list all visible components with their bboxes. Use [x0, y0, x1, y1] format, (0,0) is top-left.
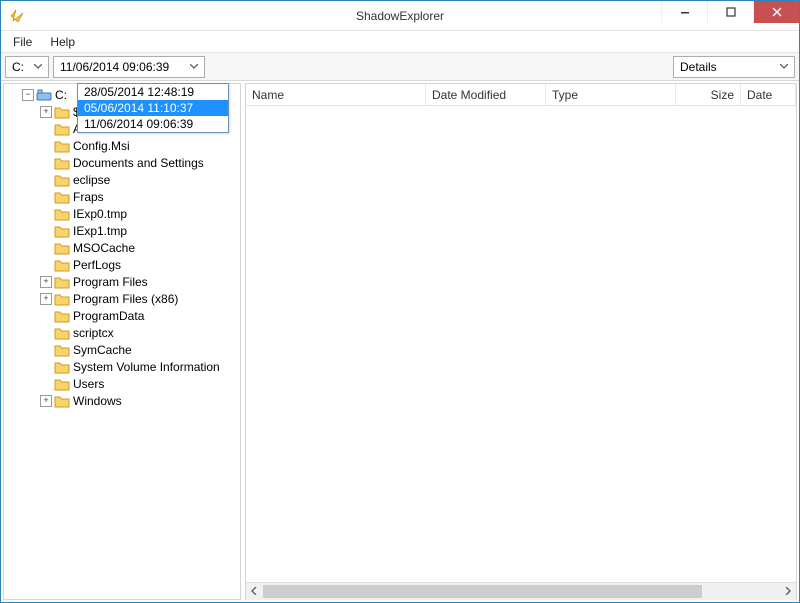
- folder-icon: [54, 139, 70, 153]
- folder-icon: [54, 360, 70, 374]
- snapshot-date-value: 11/06/2014 09:06:39: [60, 60, 169, 74]
- tree-item-label: ProgramData: [73, 308, 144, 324]
- tree-item[interactable]: PerfLogs: [6, 256, 240, 273]
- folder-icon: [54, 207, 70, 221]
- snapshot-option[interactable]: 11/06/2014 09:06:39: [78, 116, 228, 132]
- tree-item-label: Users: [73, 376, 104, 392]
- folder-icon: [54, 292, 70, 306]
- column-type[interactable]: Type: [546, 84, 676, 105]
- folder-icon: [54, 326, 70, 340]
- expand-icon[interactable]: +: [40, 276, 52, 288]
- tree-item-label: MSOCache: [73, 240, 135, 256]
- drive-select[interactable]: C:: [5, 56, 49, 78]
- menu-file[interactable]: File: [5, 33, 40, 51]
- list-header: Name Date Modified Type Size Date: [246, 84, 796, 106]
- tree-item[interactable]: + Program Files: [6, 273, 240, 290]
- file-list[interactable]: Name Date Modified Type Size Date: [245, 83, 797, 600]
- menu-help[interactable]: Help: [42, 33, 83, 51]
- tree-root-label: C:: [55, 87, 67, 103]
- tree-item[interactable]: IExp1.tmp: [6, 222, 240, 239]
- column-date-modified[interactable]: Date Modified: [426, 84, 546, 105]
- folder-icon: [54, 394, 70, 408]
- folder-icon: [54, 241, 70, 255]
- minimize-button[interactable]: [661, 1, 707, 23]
- chevron-down-icon: [30, 59, 46, 75]
- drive-select-value: C:: [12, 60, 24, 74]
- tree-item-label: Config.Msi: [73, 138, 130, 154]
- column-size[interactable]: Size: [676, 84, 741, 105]
- tree-item[interactable]: MSOCache: [6, 239, 240, 256]
- tree-item[interactable]: + Windows: [6, 392, 240, 409]
- folder-icon: [54, 156, 70, 170]
- snapshot-date-select[interactable]: 11/06/2014 09:06:39: [53, 56, 205, 78]
- folder-icon: [54, 258, 70, 272]
- snapshot-option[interactable]: 05/06/2014 11:10:37: [78, 100, 228, 116]
- tree-item[interactable]: Fraps: [6, 188, 240, 205]
- tree-item[interactable]: Users: [6, 375, 240, 392]
- tree-item[interactable]: System Volume Information: [6, 358, 240, 375]
- expand-icon[interactable]: +: [40, 106, 52, 118]
- expand-icon[interactable]: +: [40, 395, 52, 407]
- chevron-down-icon: [186, 59, 202, 75]
- tree-item-label: PerfLogs: [73, 257, 121, 273]
- drive-icon: [36, 88, 52, 102]
- window-buttons: [661, 1, 799, 23]
- app-window: ShadowExplorer File Help C: 11/06/2014 0…: [0, 0, 800, 603]
- tree-item-label: Documents and Settings: [73, 155, 204, 171]
- folder-icon: [54, 343, 70, 357]
- folder-icon: [54, 275, 70, 289]
- maximize-button[interactable]: [707, 1, 753, 23]
- scroll-track[interactable]: [263, 583, 779, 600]
- expand-icon[interactable]: +: [40, 293, 52, 305]
- content-area: − C: + $Recycle.Bin AdwCleaner Config.Ms…: [3, 83, 797, 600]
- tree-item[interactable]: scriptcx: [6, 324, 240, 341]
- tree-item-label: Fraps: [73, 189, 104, 205]
- tree-item-label: IExp1.tmp: [73, 223, 127, 239]
- tree-item-label: IExp0.tmp: [73, 206, 127, 222]
- close-button[interactable]: [753, 1, 799, 23]
- folder-tree[interactable]: − C: + $Recycle.Bin AdwCleaner Config.Ms…: [3, 83, 241, 600]
- folder-icon: [54, 190, 70, 204]
- tree-item[interactable]: eclipse: [6, 171, 240, 188]
- tree-item[interactable]: IExp0.tmp: [6, 205, 240, 222]
- folder-icon: [54, 309, 70, 323]
- chevron-down-icon: [776, 59, 792, 75]
- tree-item-label: Program Files (x86): [73, 291, 178, 307]
- list-body: [246, 106, 796, 582]
- column-date[interactable]: Date: [741, 84, 796, 105]
- tree-item[interactable]: Documents and Settings: [6, 154, 240, 171]
- tree-item[interactable]: SymCache: [6, 341, 240, 358]
- scroll-right-icon[interactable]: [779, 583, 796, 600]
- menubar: File Help: [1, 31, 799, 53]
- tree-item[interactable]: Config.Msi: [6, 137, 240, 154]
- snapshot-date-dropdown[interactable]: 28/05/2014 12:48:19 05/06/2014 11:10:37 …: [77, 83, 229, 133]
- horizontal-scrollbar[interactable]: [246, 582, 796, 599]
- toolbar: C: 11/06/2014 09:06:39 Details: [1, 53, 799, 81]
- tree-item-label: Windows: [73, 393, 122, 409]
- scroll-left-icon[interactable]: [246, 583, 263, 600]
- tree-item[interactable]: ProgramData: [6, 307, 240, 324]
- folder-icon: [54, 377, 70, 391]
- view-mode-select[interactable]: Details: [673, 56, 795, 78]
- tree-item[interactable]: + Program Files (x86): [6, 290, 240, 307]
- folder-icon: [54, 173, 70, 187]
- folder-icon: [54, 224, 70, 238]
- tree-item-label: eclipse: [73, 172, 110, 188]
- view-mode-value: Details: [680, 60, 717, 74]
- folder-icon: [54, 105, 70, 119]
- tree-item-label: SymCache: [73, 342, 132, 358]
- tree-item-label: Program Files: [73, 274, 148, 290]
- tree-item-label: System Volume Information: [73, 359, 220, 375]
- folder-icon: [54, 122, 70, 136]
- titlebar: ShadowExplorer: [1, 1, 799, 31]
- collapse-icon[interactable]: −: [22, 89, 34, 101]
- tree-item-label: scriptcx: [73, 325, 114, 341]
- snapshot-option[interactable]: 28/05/2014 12:48:19: [78, 84, 228, 100]
- scroll-thumb[interactable]: [263, 585, 702, 598]
- column-name[interactable]: Name: [246, 84, 426, 105]
- app-icon: [9, 8, 25, 24]
